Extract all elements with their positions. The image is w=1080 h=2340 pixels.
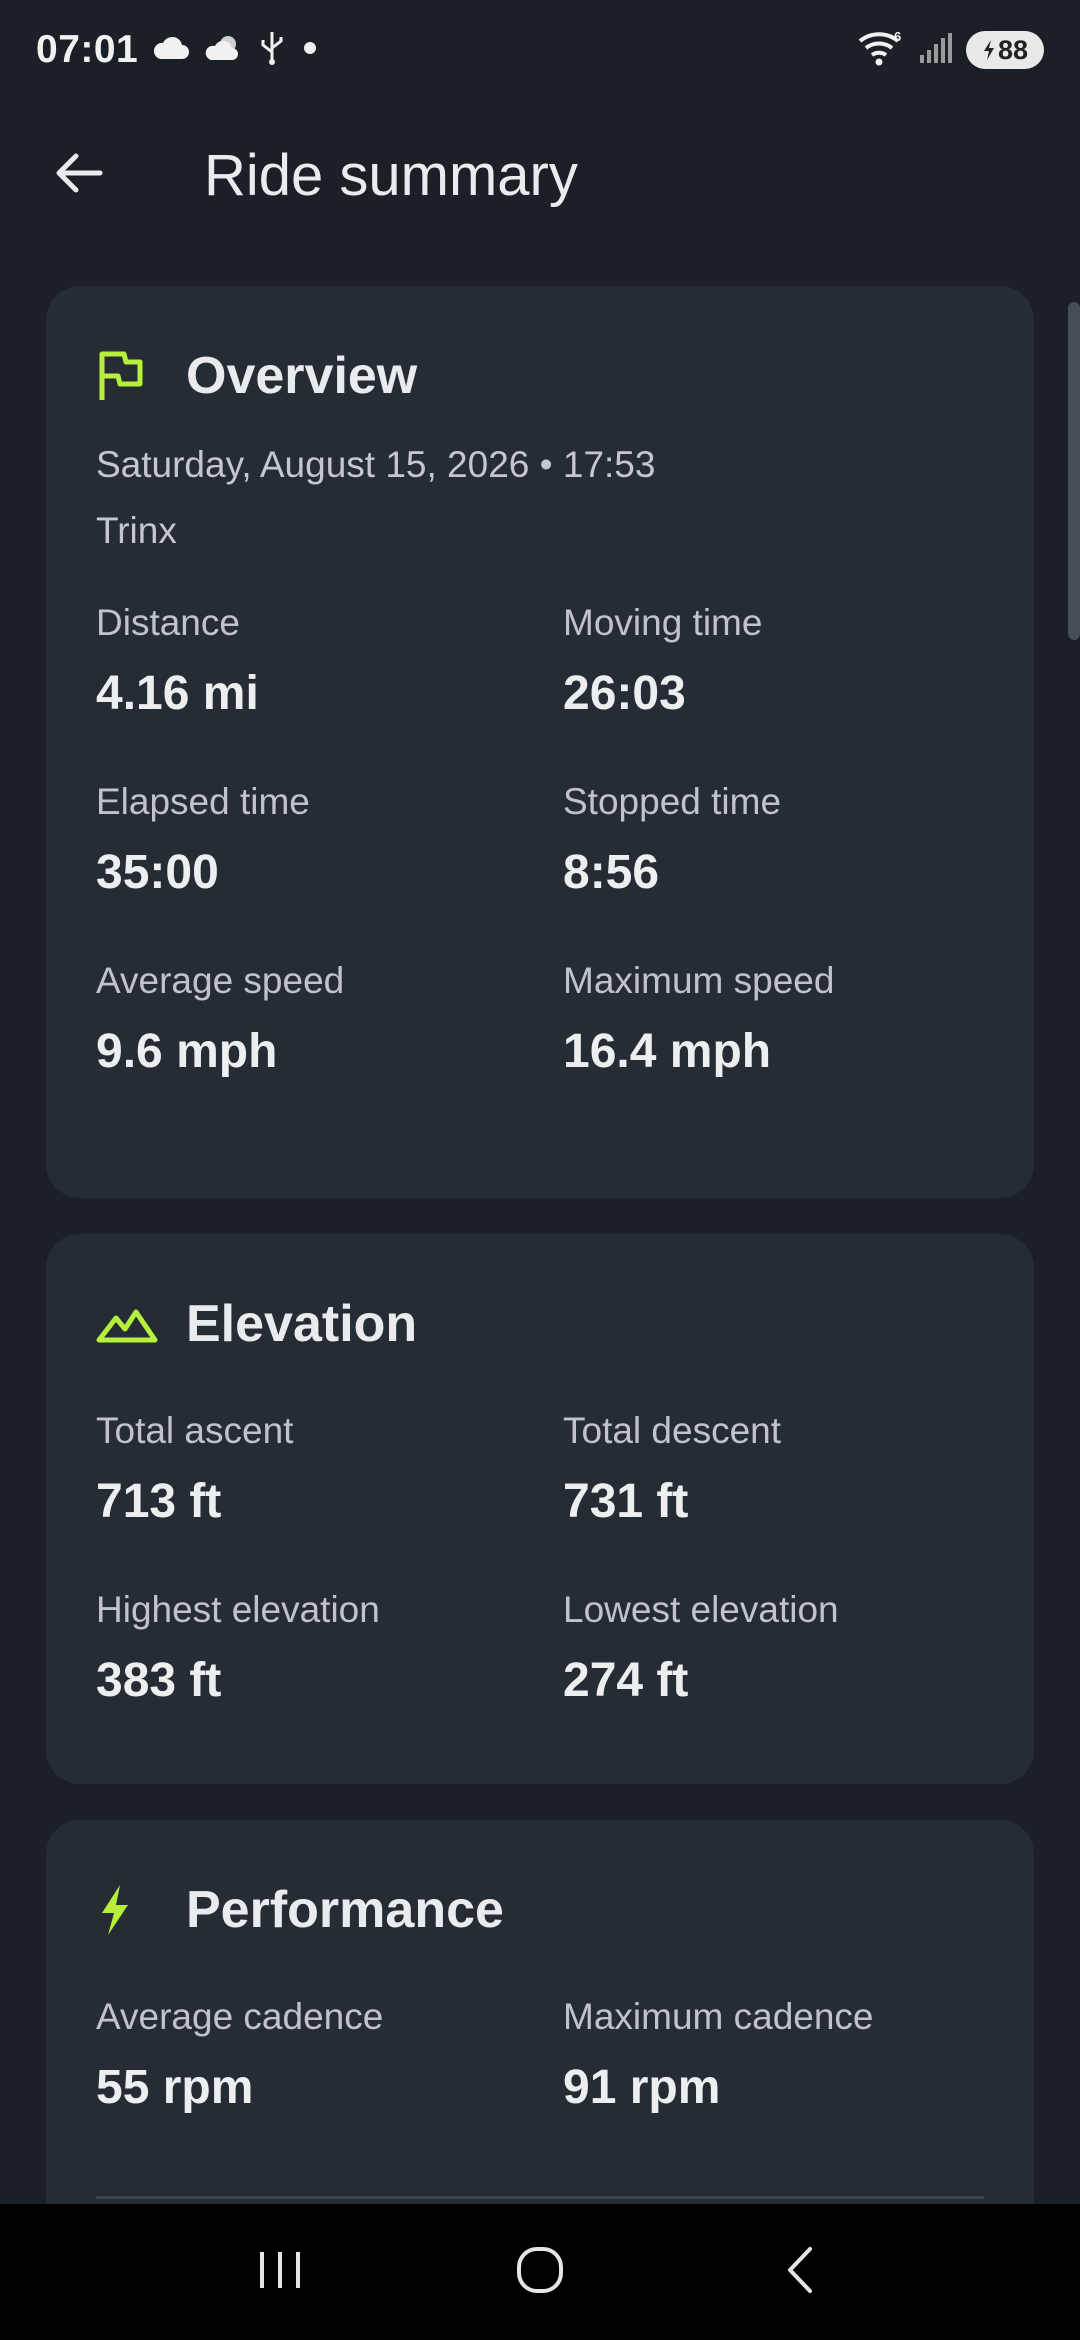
stat-total-descent: Total descent 731 ft — [563, 1410, 1030, 1529]
back-button[interactable] — [24, 120, 134, 230]
app-bar: Ride summary — [0, 110, 1080, 240]
back-icon — [782, 2245, 818, 2300]
signal-icon — [918, 31, 954, 70]
home-button[interactable] — [480, 2217, 600, 2327]
elevation-card: Elevation Total ascent 713 ft Total desc… — [46, 1234, 1034, 1784]
stat-value: 731 ft — [563, 1475, 689, 1528]
status-time: 07:01 — [36, 28, 139, 71]
stat-value: 91 rpm — [563, 2061, 721, 2114]
stat-maximum-speed: Maximum speed 16.4 mph — [563, 960, 1030, 1079]
home-icon — [515, 2245, 565, 2300]
performance-divider — [96, 2196, 984, 2199]
stat-value: 383 ft — [96, 1654, 222, 1707]
nav-back-button[interactable] — [740, 2217, 860, 2327]
stat-label: Highest elevation — [96, 1589, 380, 1630]
stat-value: 35:00 — [96, 846, 219, 899]
stat-label: Maximum cadence — [563, 1996, 874, 2037]
elevation-header: Elevation — [96, 1294, 984, 1354]
stat-label: Lowest elevation — [563, 1589, 839, 1630]
ride-date: Saturday, August 15, 2026 • 17:53 — [96, 444, 656, 485]
dot-icon — [300, 38, 320, 63]
battery-icon: 88 — [966, 31, 1044, 69]
flag-icon — [96, 346, 158, 406]
stat-value: 4.16 mi — [96, 667, 259, 720]
recents-button[interactable] — [220, 2217, 340, 2327]
stat-highest-elevation: Highest elevation 383 ft — [96, 1589, 563, 1708]
stat-average-cadence: Average cadence 55 rpm — [96, 1996, 563, 2115]
stat-label: Stopped time — [563, 781, 782, 822]
arrow-left-icon — [54, 151, 104, 200]
usb-icon — [258, 30, 286, 71]
status-bar: 07:01 6 88 — [0, 0, 1080, 100]
stat-value: 55 rpm — [96, 2061, 254, 2114]
stat-value: 713 ft — [96, 1475, 222, 1528]
system-nav-bar — [0, 2204, 1080, 2340]
stat-label: Elapsed time — [96, 781, 310, 822]
overview-card: Overview Saturday, August 15, 2026 • 17:… — [46, 286, 1034, 1198]
stat-label: Total ascent — [96, 1410, 294, 1451]
cloud-icon — [152, 35, 190, 66]
mountain-icon — [96, 1294, 158, 1354]
svg-text:6: 6 — [894, 29, 901, 44]
stat-value: 26:03 — [563, 667, 686, 720]
stat-elapsed-time: Elapsed time 35:00 — [96, 781, 563, 900]
stat-label: Maximum speed — [563, 960, 835, 1001]
stat-label: Average speed — [96, 960, 345, 1001]
performance-card: Performance Average cadence 55 rpm Maxim… — [46, 1820, 1034, 2204]
stat-label: Distance — [96, 602, 240, 643]
stat-lowest-elevation: Lowest elevation 274 ft — [563, 1589, 1030, 1708]
bolt-icon — [96, 1880, 158, 1940]
elevation-title: Elevation — [186, 1295, 418, 1353]
overview-stats: Distance 4.16 mi Moving time 26:03 Elaps… — [96, 602, 984, 1079]
stat-label: Total descent — [563, 1410, 782, 1451]
wifi-icon: 6 — [856, 29, 906, 72]
page-title: Ride summary — [204, 142, 578, 208]
stat-label: Moving time — [563, 602, 763, 643]
weather-icon — [204, 33, 244, 68]
elevation-stats: Total ascent 713 ft Total descent 731 ft… — [96, 1410, 984, 1708]
stat-distance: Distance 4.16 mi — [96, 602, 563, 721]
stat-moving-time: Moving time 26:03 — [563, 602, 1030, 721]
performance-stats: Average cadence 55 rpm Maximum cadence 9… — [96, 1996, 984, 2115]
scrollbar[interactable] — [1068, 302, 1080, 640]
stat-label: Average cadence — [96, 1996, 384, 2037]
status-bar-right: 6 88 — [856, 29, 1044, 72]
stat-stopped-time: Stopped time 8:56 — [563, 781, 1030, 900]
recents-icon — [256, 2248, 304, 2297]
status-bar-left: 07:01 — [36, 28, 320, 72]
performance-header: Performance — [96, 1880, 984, 1940]
stat-value: 9.6 mph — [96, 1025, 278, 1078]
stat-total-ascent: Total ascent 713 ft — [96, 1410, 563, 1529]
stat-value: 8:56 — [563, 846, 660, 899]
stat-average-speed: Average speed 9.6 mph — [96, 960, 563, 1079]
performance-title: Performance — [186, 1881, 504, 1939]
stat-value: 274 ft — [563, 1654, 689, 1707]
overview-title: Overview — [186, 347, 418, 405]
stat-maximum-cadence: Maximum cadence 91 rpm — [563, 1996, 1030, 2115]
overview-header: Overview — [96, 346, 984, 406]
bike-name: Trinx — [96, 510, 177, 551]
battery-level: 88 — [997, 34, 1029, 65]
ride-summary-content[interactable]: Overview Saturday, August 15, 2026 • 17:… — [0, 286, 1080, 2204]
stat-value: 16.4 mph — [563, 1025, 772, 1078]
